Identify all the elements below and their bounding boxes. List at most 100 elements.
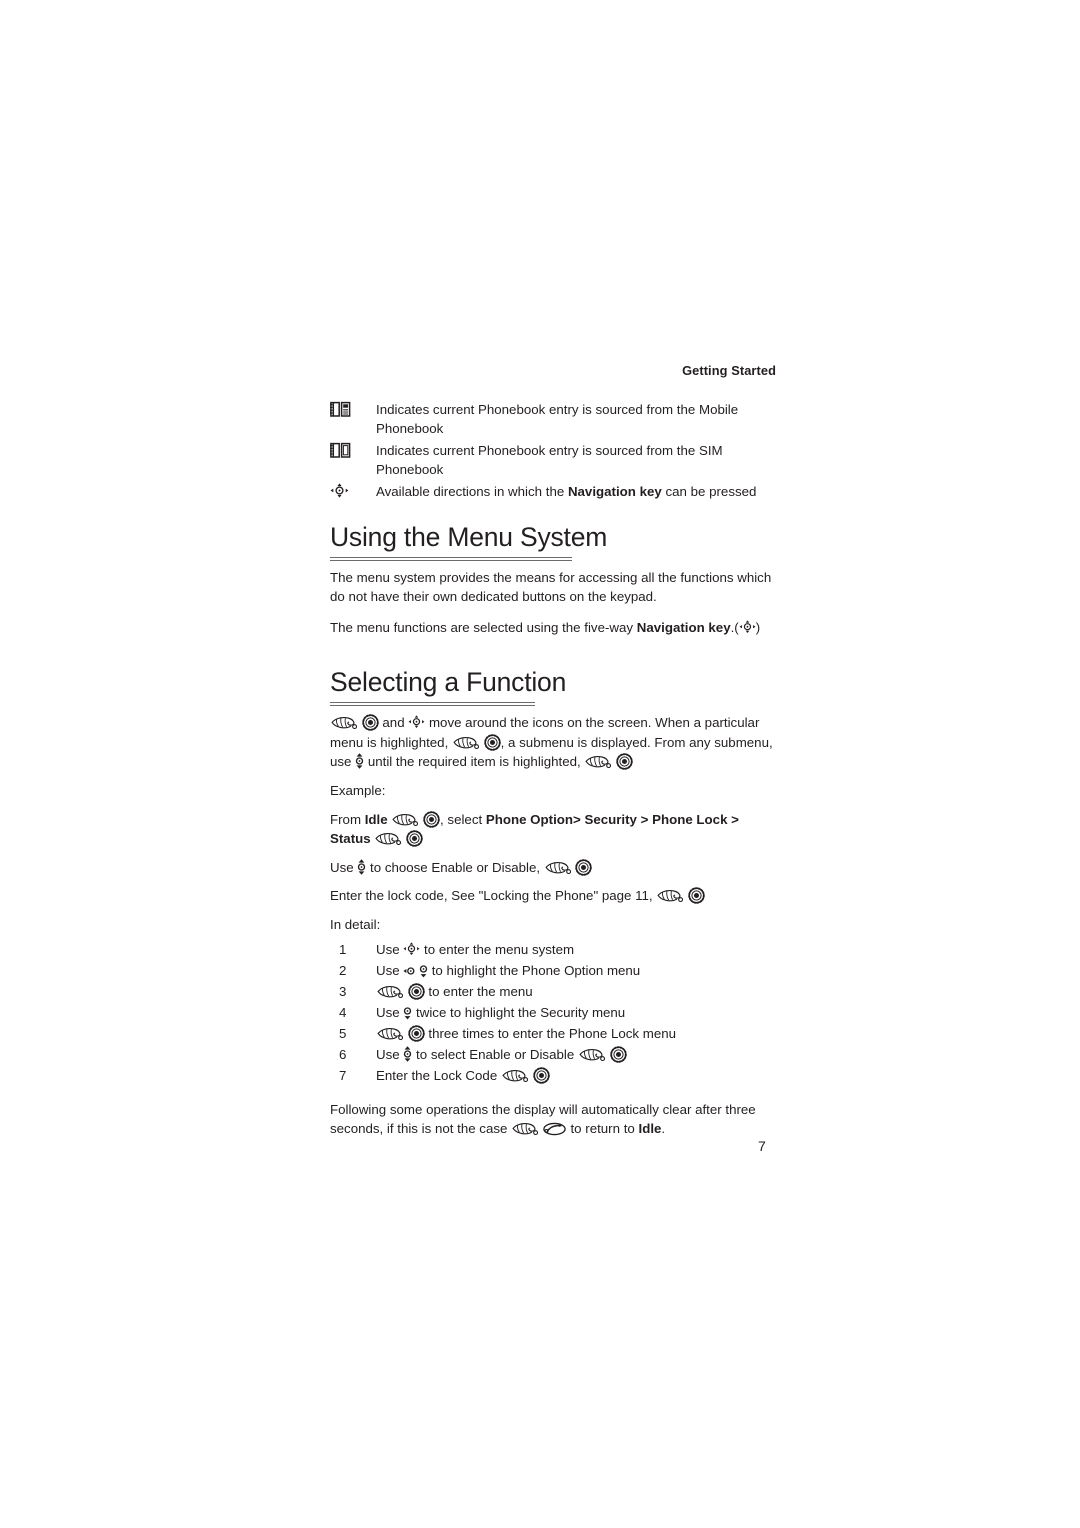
select-key-icon	[532, 1066, 550, 1084]
step-text-before: Use	[376, 962, 404, 978]
line-mid: to choose Enable or Disable,	[366, 859, 544, 875]
hand-pointer-icon	[578, 1048, 606, 1062]
list-item: 1 Use to enter the menu system	[330, 939, 778, 960]
glossary-row: Available directions in which the Naviga…	[330, 482, 778, 501]
hand-pointer-icon	[584, 755, 612, 769]
step-number: 7	[339, 1067, 347, 1083]
paragraph-example-lock-code: Enter the lock code, See "Locking the Ph…	[330, 886, 778, 906]
glossary-text: Available directions in which the Naviga…	[376, 482, 778, 501]
section-using-the-menu-system: Using the Menu System	[330, 503, 778, 561]
up-down-arrow-icon	[403, 1045, 412, 1062]
left-arrow-icon	[403, 965, 415, 977]
step-text: three times to enter the Phone Lock menu	[376, 1023, 778, 1044]
label-example: Example:	[330, 782, 386, 798]
select-key-icon	[616, 753, 633, 771]
page-number: 7	[758, 1138, 766, 1154]
document-page: Getting Started Indicates current Phoneb…	[330, 363, 778, 1150]
hand-pointer-icon	[330, 716, 358, 730]
select-key-icon	[361, 714, 379, 731]
paragraph-selecting-intro: and move around the icons on the screen.…	[330, 713, 778, 772]
steps-list: 1 Use to enter the menu system 2 Use to …	[330, 939, 778, 1086]
step-text-before: Use	[376, 1004, 404, 1020]
paragraph-example-enable-disable: Use to choose Enable or Disable,	[330, 858, 778, 878]
example-select-text: , select	[440, 811, 486, 827]
glossary-text: Indicates current Phonebook entry is sou…	[376, 402, 739, 437]
line-before: Enter the lock code, See "Locking the Ph…	[330, 888, 657, 904]
glossary-text-before: Available directions in which the	[376, 483, 568, 499]
step-text: Use to select Enable or Disable	[376, 1044, 778, 1065]
hand-pointer-icon	[501, 1069, 529, 1083]
phonebook-mobile-icon	[330, 401, 351, 418]
hand-pointer-icon	[511, 1122, 539, 1136]
step-text-after: to enter the menu system	[420, 941, 575, 957]
glossary-text-after: can be pressed	[661, 483, 757, 499]
label-in-detail: In detail:	[330, 916, 381, 932]
navigation-key-icon	[330, 482, 349, 500]
hand-pointer-icon	[544, 861, 572, 875]
navigation-key-label: Navigation key	[636, 619, 731, 635]
hand-pointer-icon	[374, 832, 402, 846]
paragraph-text-before: The menu functions are selected using th…	[330, 619, 637, 635]
running-head: Getting Started	[682, 363, 776, 378]
select-key-icon	[609, 1045, 627, 1063]
hand-pointer-icon	[376, 985, 404, 999]
select-key-icon	[407, 982, 425, 1000]
paragraph-example-path: From Idle , select Phone Option> Securit…	[330, 810, 778, 849]
heading-using-the-menu-system: Using the Menu System	[330, 522, 608, 553]
down-arrow-icon	[419, 962, 428, 978]
phonebook-sim-icon	[330, 442, 351, 459]
step-number: 4	[339, 1004, 347, 1020]
navigation-key-icon	[738, 619, 756, 635]
select-key-icon	[575, 858, 593, 876]
list-item: 2 Use to highlight the Phone Option menu	[330, 960, 778, 981]
heading-selecting-a-function: Selecting a Function	[330, 667, 567, 698]
list-item: 5 three times to enter the Phone Lock me…	[330, 1023, 778, 1044]
closing-mid: to return to	[566, 1121, 639, 1137]
glossary-icon-cell	[330, 482, 376, 500]
step-text: Use to enter the menu system	[376, 939, 778, 960]
navigation-key-icon	[408, 715, 426, 730]
select-key-icon	[407, 1024, 425, 1042]
list-item: 4 Use twice to highlight the Security me…	[330, 1002, 778, 1023]
example-from: From	[330, 811, 365, 827]
paragraph-text-tail: )	[755, 619, 761, 635]
hand-pointer-icon	[452, 736, 480, 750]
step-text-after: to enter the menu	[424, 983, 533, 999]
idle-label: Idle	[364, 811, 388, 827]
step-text: to enter the menu	[376, 981, 778, 1002]
list-item: 7 Enter the Lock Code	[330, 1065, 778, 1086]
step-text-before: Use	[376, 941, 404, 957]
section-selecting-a-function: Selecting a Function	[330, 648, 778, 707]
glossary-icon-cell	[330, 441, 376, 460]
glossary-icon-cell	[330, 400, 376, 419]
paragraph-closing: Following some operations the display wi…	[330, 1100, 778, 1139]
navigation-key-icon	[403, 941, 421, 957]
step-text-after: to highlight the Phone Option menu	[428, 962, 641, 978]
step-text: Use twice to highlight the Security menu	[376, 1002, 778, 1023]
hand-pointer-icon	[391, 813, 419, 827]
paragraph-five-way-navigation: The menu functions are selected using th…	[330, 618, 778, 638]
step-number: 2	[339, 962, 347, 978]
select-key-icon	[406, 830, 423, 847]
step-text-after: to select Enable or Disable	[412, 1046, 578, 1062]
intro-seg2: and	[378, 715, 409, 731]
paragraph-text-after: .(	[730, 619, 739, 635]
step-text: Use to highlight the Phone Option menu	[376, 960, 778, 981]
heading-rule	[330, 556, 572, 561]
step-text-after: twice to highlight the Security menu	[412, 1004, 626, 1020]
step-number: 1	[339, 941, 347, 957]
idle-label: Idle	[638, 1121, 662, 1137]
step-text: Enter the Lock Code	[376, 1065, 778, 1086]
paragraph-menu-system-intro: The menu system provides the means for a…	[330, 569, 772, 605]
up-down-arrow-icon	[355, 753, 364, 770]
line-before: Use	[330, 859, 358, 875]
intro-seg5: until the required item is highlighted,	[364, 754, 585, 770]
hand-pointer-icon	[376, 1027, 404, 1041]
glossary-text: Indicates current Phonebook entry is sou…	[376, 442, 723, 478]
navigation-key-label: Navigation key	[567, 483, 662, 499]
end-call-key-icon	[542, 1122, 567, 1136]
glossary-row: Indicates current Phonebook entry is sou…	[330, 441, 778, 480]
step-number: 3	[339, 983, 347, 999]
hand-pointer-icon	[656, 889, 684, 903]
step-text-before: Use	[376, 1046, 404, 1062]
